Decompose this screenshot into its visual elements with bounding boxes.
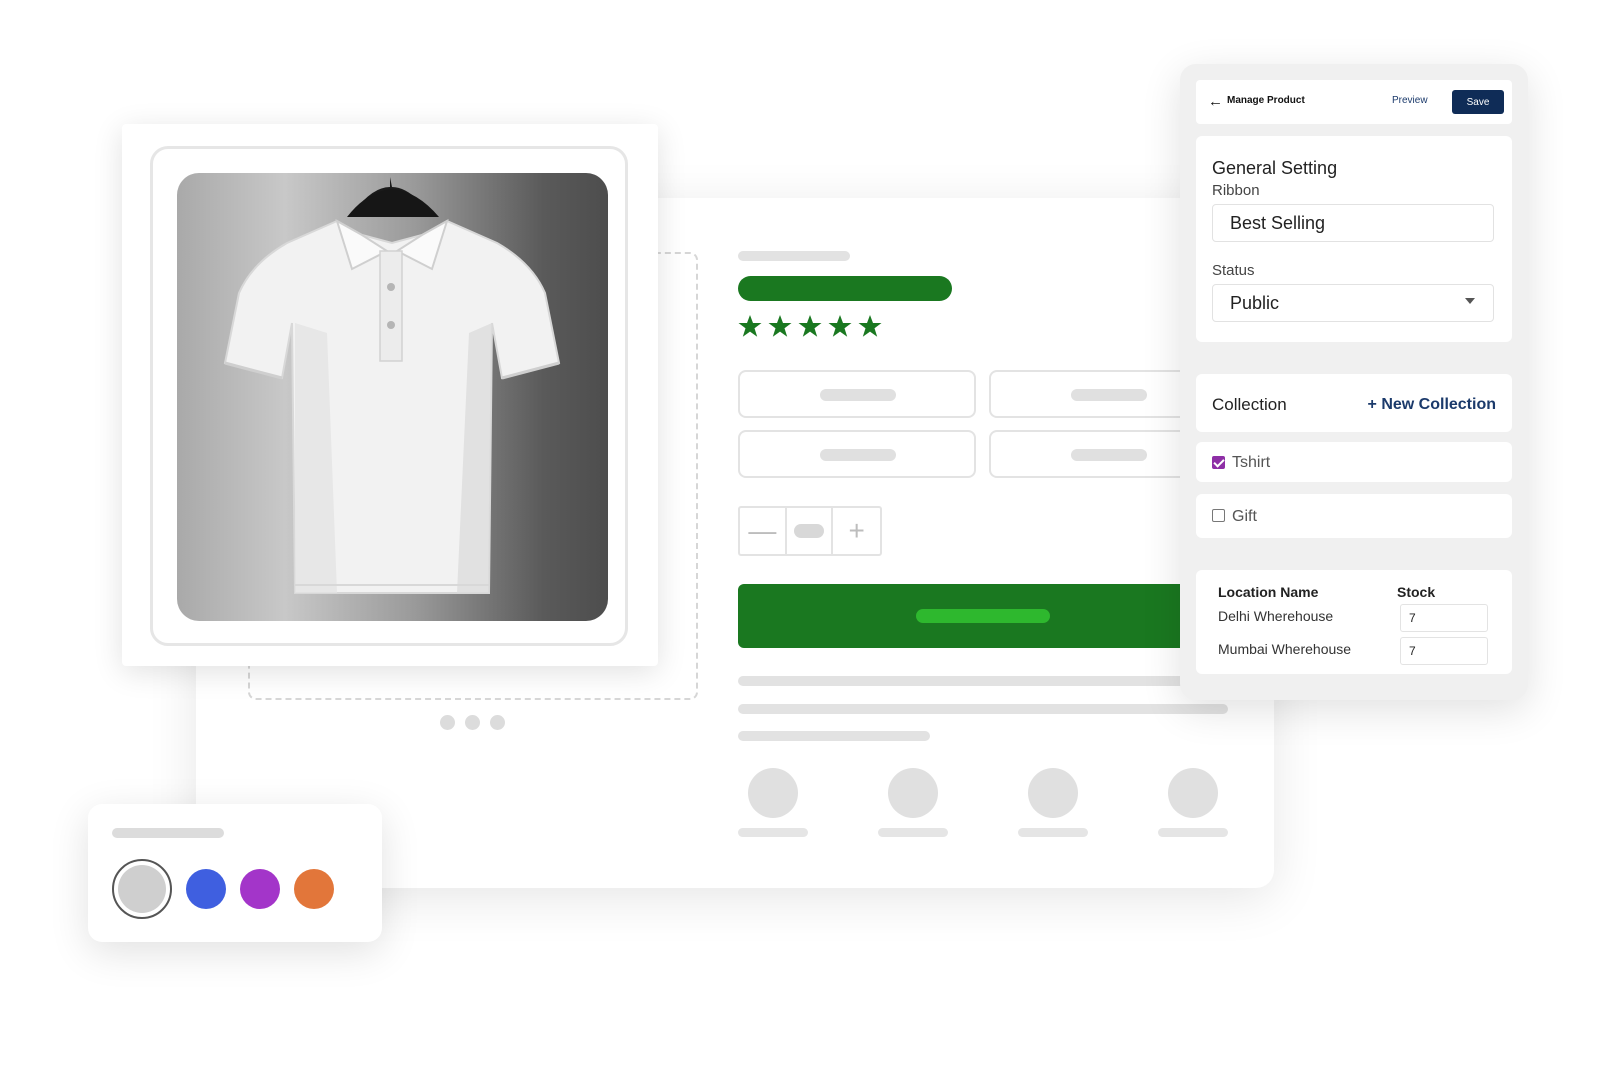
collection-item[interactable]: Tshirt (1196, 442, 1512, 482)
add-to-cart-button[interactable] (738, 584, 1228, 648)
tshirt-image (223, 177, 561, 594)
chevron-down-icon (1465, 298, 1475, 304)
gift-checkbox[interactable] (1212, 509, 1225, 522)
arrow-left-icon[interactable]: ← (1208, 94, 1223, 110)
collection-item[interactable]: Gift (1196, 494, 1512, 538)
status-select-value: Public (1230, 293, 1280, 313)
stock-input[interactable]: 7 (1400, 604, 1488, 632)
carousel-dot[interactable] (490, 715, 505, 730)
column-header-location: Location Name (1218, 584, 1319, 600)
panel-header: ← Manage Product Preview Save (1196, 80, 1512, 124)
carousel-dot[interactable] (440, 715, 455, 730)
category-placeholder (738, 251, 850, 261)
minus-icon[interactable]: — (740, 508, 787, 554)
save-button[interactable]: Save (1452, 90, 1504, 114)
swatch-orange[interactable] (294, 869, 334, 909)
description-line (738, 676, 1228, 686)
carousel-dots (440, 715, 505, 730)
collection-card: Collection + New Collection (1196, 374, 1512, 432)
variant-option-button[interactable] (738, 430, 976, 478)
collection-title: Collection (1212, 395, 1287, 414)
description-line (738, 731, 930, 741)
ribbon-label: Ribbon (1212, 182, 1260, 199)
product-title-placeholder (738, 276, 952, 301)
variant-option-button[interactable] (738, 370, 976, 418)
location-name: Mumbai Wherehouse (1218, 641, 1352, 657)
swatch-purple[interactable] (240, 869, 280, 909)
quantity-stepper: — + (738, 506, 882, 556)
status-label: Status (1212, 262, 1255, 279)
general-setting-title: General Setting (1212, 158, 1338, 178)
location-name: Delhi Wherehouse (1218, 608, 1334, 624)
star-icon (738, 315, 762, 337)
product-photo[interactable] (177, 173, 608, 621)
carousel-dot[interactable] (465, 715, 480, 730)
star-icon (798, 315, 822, 337)
ribbon-input[interactable]: Best Selling (1212, 204, 1494, 242)
collection-item-label: Tshirt (1232, 454, 1271, 471)
feature-item (738, 768, 808, 837)
feature-item (1158, 768, 1228, 837)
tshirt-checkbox[interactable] (1212, 456, 1225, 469)
stock-table: Location Name Stock Delhi Wherehouse 7 M… (1196, 570, 1512, 674)
description-line (738, 704, 1228, 714)
column-header-stock: Stock (1397, 584, 1436, 600)
manage-product-panel: ← Manage Product Preview Save General Se… (1180, 64, 1528, 700)
plus-icon[interactable]: + (833, 508, 880, 554)
stock-input[interactable]: 7 (1400, 637, 1488, 665)
star-icon (768, 315, 792, 337)
feature-item (878, 768, 948, 837)
general-setting-card: General Setting Ribbon Best Selling Stat… (1196, 136, 1512, 342)
swatch-gray-selected[interactable] (112, 859, 172, 919)
preview-link[interactable]: Preview (1392, 95, 1428, 106)
star-icon (828, 315, 852, 337)
color-picker-card (88, 804, 382, 942)
status-select[interactable]: Public (1212, 284, 1494, 322)
new-collection-button[interactable]: + New Collection (1368, 396, 1496, 414)
collection-item-label: Gift (1232, 508, 1257, 525)
product-image-frame (150, 146, 628, 646)
color-picker-title-placeholder (112, 828, 224, 838)
color-swatches (112, 859, 334, 919)
panel-title: Manage Product (1227, 95, 1305, 106)
star-icon (858, 315, 882, 337)
product-image-card (122, 124, 658, 666)
swatch-blue[interactable] (186, 869, 226, 909)
stage: — + ← Manage Product Preview Save Genera… (0, 0, 1600, 1067)
quantity-value[interactable] (787, 508, 834, 554)
rating-stars (738, 314, 882, 338)
feature-item (1018, 768, 1088, 837)
